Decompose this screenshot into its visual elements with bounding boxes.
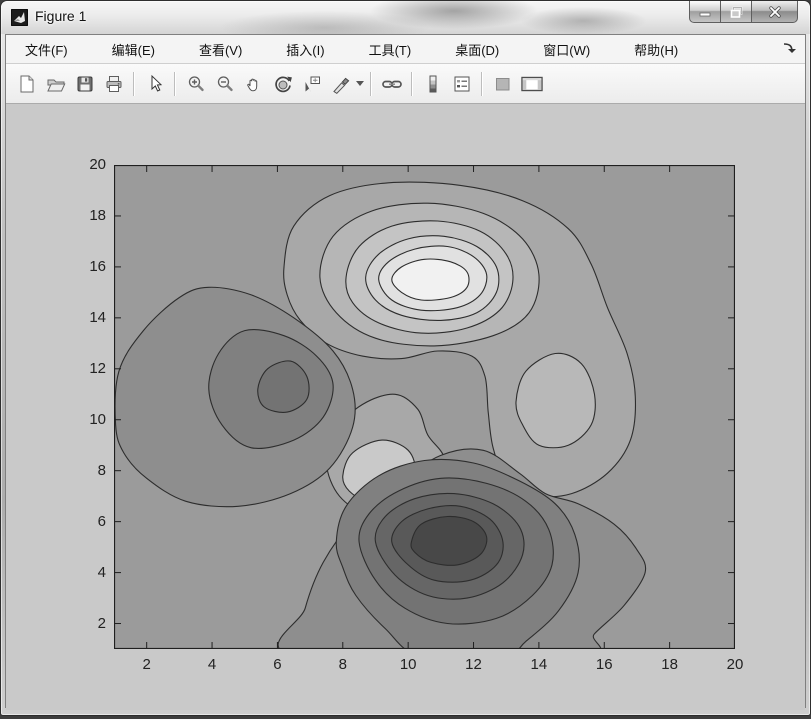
menubar: 文件(F) 编辑(E) 查看(V) 插入(I) 工具(T) 桌面(D) 窗口(W) 帮助(H) xyxy=(6,35,805,64)
show-plot-tools-button[interactable] xyxy=(517,69,546,98)
titlebar[interactable]: Figure 1 xyxy=(1,1,810,34)
edit-plot-button[interactable] xyxy=(140,69,169,98)
show-plot-tools-icon xyxy=(520,74,544,94)
window-controls xyxy=(690,1,798,22)
desktop-background: Figure 1 文件(F) 编辑(E) 查看(V) 插入(I) 工具(T) 桌面(D) 窗… xyxy=(0,0,811,719)
x-tick-label-6: 6 xyxy=(260,656,294,673)
new-figure-button[interactable] xyxy=(12,69,41,98)
y-tick-label-6: 6 xyxy=(76,513,106,530)
close-button[interactable] xyxy=(751,1,798,23)
insert-legend-button[interactable] xyxy=(447,69,476,98)
menu-item-4[interactable]: 工具(T) xyxy=(360,36,421,63)
contour-plot[interactable] xyxy=(114,165,735,649)
toolbar-separator xyxy=(370,72,372,96)
rotate-3d-icon xyxy=(273,74,293,94)
y-tick-label-10: 10 xyxy=(76,411,106,428)
brush-icon xyxy=(331,74,351,94)
y-tick-label-16: 16 xyxy=(76,258,106,275)
data-cursor-icon xyxy=(302,74,322,94)
link-chain-icon xyxy=(381,74,403,94)
rotate-3d-button[interactable] xyxy=(268,69,297,98)
y-tick-label-12: 12 xyxy=(76,360,106,377)
zoom-out-button[interactable] xyxy=(210,69,239,98)
restore-icon xyxy=(730,6,743,18)
menu-items: 文件(F) 编辑(E) 查看(V) 插入(I) 工具(T) 桌面(D) 窗口(W) 帮助(H) xyxy=(16,36,713,63)
toolbar-separator xyxy=(174,72,176,96)
menu-item-6[interactable]: 窗口(W) xyxy=(534,36,599,63)
printer-icon xyxy=(104,74,124,94)
x-tick-label-14: 14 xyxy=(522,656,556,673)
new-document-icon xyxy=(17,74,37,94)
menu-item-5[interactable]: 桌面(D) xyxy=(446,36,508,63)
menu-item-3[interactable]: 插入(I) xyxy=(277,36,333,63)
restore-button[interactable] xyxy=(720,1,752,23)
minimize-icon xyxy=(699,6,711,18)
insert-colorbar-button[interactable] xyxy=(418,69,447,98)
save-figure-button[interactable] xyxy=(70,69,99,98)
close-icon xyxy=(768,6,782,18)
menu-item-0[interactable]: 文件(F) xyxy=(16,36,77,63)
figure-canvas: 2 4 6 8 10 12 14 16 18 20 2 4 6 8 10 12 14 16 18 20 xyxy=(6,104,805,710)
y-tick-label-20: 20 xyxy=(76,156,106,173)
open-file-button[interactable] xyxy=(41,69,70,98)
legend-icon xyxy=(452,74,472,94)
y-tick-label-8: 8 xyxy=(76,462,106,479)
x-tick-label-16: 16 xyxy=(587,656,621,673)
figure-window: Figure 1 文件(F) 编辑(E) 查看(V) 插入(I) 工具(T) 桌面(D) 窗… xyxy=(0,0,811,716)
menu-item-2[interactable]: 查看(V) xyxy=(190,36,251,63)
x-tick-label-10: 10 xyxy=(391,656,425,673)
y-tick-label-14: 14 xyxy=(76,309,106,326)
window-title: Figure 1 xyxy=(35,8,86,24)
hand-icon xyxy=(244,74,264,94)
zoom-in-button[interactable] xyxy=(181,69,210,98)
link-plots-button[interactable] xyxy=(377,69,406,98)
x-tick-label-4: 4 xyxy=(195,656,229,673)
x-tick-label-8: 8 xyxy=(326,656,360,673)
print-figure-button[interactable] xyxy=(99,69,128,98)
zoom-out-icon xyxy=(215,74,235,94)
x-tick-label-18: 18 xyxy=(653,656,687,673)
hide-plot-tools-icon xyxy=(493,74,513,94)
dock-figure-icon[interactable] xyxy=(781,41,797,57)
y-tick-label-18: 18 xyxy=(76,207,106,224)
toolbar-separator xyxy=(411,72,413,96)
brush-data-button[interactable] xyxy=(326,69,355,98)
y-tick-label-4: 4 xyxy=(76,564,106,581)
minimize-button[interactable] xyxy=(689,1,721,23)
bottom-min-band6 xyxy=(411,516,487,565)
x-tick-label-2: 2 xyxy=(130,656,164,673)
client-area: 文件(F) 编辑(E) 查看(V) 插入(I) 工具(T) 桌面(D) 窗口(W) 帮助(H) xyxy=(5,34,806,708)
brush-dropdown[interactable] xyxy=(355,70,365,97)
toolbar-separator xyxy=(481,72,483,96)
pan-button[interactable] xyxy=(239,69,268,98)
contour-bands xyxy=(114,165,735,649)
colorbar-icon xyxy=(423,74,443,94)
data-cursor-button[interactable] xyxy=(297,69,326,98)
open-folder-icon xyxy=(46,74,66,94)
x-tick-label-20: 20 xyxy=(718,656,752,673)
toolbar-separator xyxy=(133,72,135,96)
save-floppy-icon xyxy=(75,74,95,94)
toolbar xyxy=(6,64,805,104)
zoom-in-icon xyxy=(186,74,206,94)
hide-plot-tools-button[interactable] xyxy=(488,69,517,98)
menu-item-7[interactable]: 帮助(H) xyxy=(625,36,687,63)
chevron-down-icon xyxy=(356,81,364,87)
matlab-figure-icon xyxy=(11,9,28,26)
pointer-arrow-icon xyxy=(145,74,165,94)
y-tick-label-2: 2 xyxy=(76,615,106,632)
x-tick-label-12: 12 xyxy=(457,656,491,673)
menu-item-1[interactable]: 编辑(E) xyxy=(103,36,164,63)
